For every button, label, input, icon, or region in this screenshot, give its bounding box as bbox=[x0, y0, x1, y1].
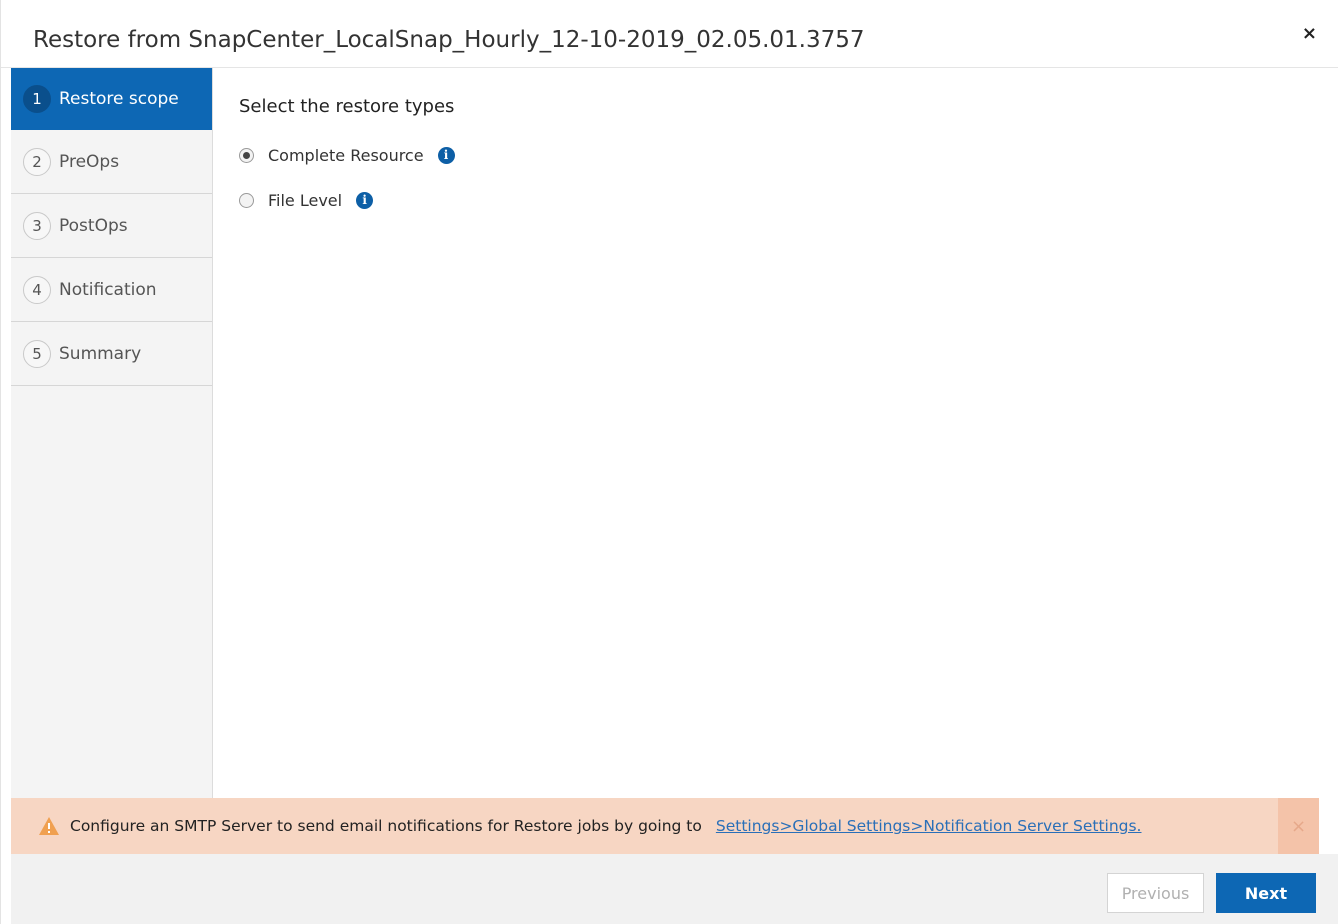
step-label: PostOps bbox=[59, 215, 128, 236]
dialog-footer: Previous Next bbox=[11, 854, 1338, 924]
step-postops[interactable]: 3 PostOps bbox=[11, 194, 212, 258]
step-restore-scope[interactable]: 1 Restore scope bbox=[11, 68, 212, 130]
smtp-warning-banner: Configure an SMTP Server to send email n… bbox=[11, 798, 1319, 854]
step-number: 2 bbox=[23, 147, 51, 176]
dialog-header: Restore from SnapCenter_LocalSnap_Hourly… bbox=[1, 0, 1338, 68]
step-number: 3 bbox=[23, 211, 51, 240]
option-complete-resource: Complete Resource i bbox=[239, 143, 1318, 167]
wizard-steps: 1 Restore scope 2 PreOps 3 PostOps 4 Not… bbox=[11, 68, 213, 798]
info-icon[interactable]: i bbox=[437, 146, 455, 164]
close-icon[interactable]: × bbox=[1302, 23, 1317, 44]
step-label: Notification bbox=[59, 279, 157, 300]
step-number: 5 bbox=[23, 339, 51, 368]
section-title: Select the restore types bbox=[239, 96, 455, 117]
dialog-title: Restore from SnapCenter_LocalSnap_Hourly… bbox=[33, 27, 865, 53]
file-level-radio[interactable] bbox=[239, 192, 254, 208]
step-number: 4 bbox=[23, 275, 51, 304]
step-label: PreOps bbox=[59, 151, 120, 172]
step-number: 1 bbox=[23, 84, 51, 113]
step-label: Summary bbox=[59, 343, 142, 364]
option-file-level: File Level i bbox=[239, 188, 1318, 212]
warning-text: Configure an SMTP Server to send email n… bbox=[70, 817, 702, 835]
complete-resource-label[interactable]: Complete Resource bbox=[268, 146, 424, 165]
complete-resource-radio[interactable] bbox=[239, 147, 254, 163]
step-summary[interactable]: 5 Summary bbox=[11, 322, 212, 386]
file-level-label[interactable]: File Level bbox=[268, 191, 342, 210]
close-icon[interactable]: × bbox=[1278, 798, 1319, 854]
previous-button[interactable]: Previous bbox=[1107, 873, 1204, 913]
restore-scope-panel: Select the restore types Complete Resour… bbox=[239, 96, 1318, 233]
next-button[interactable]: Next bbox=[1216, 873, 1316, 913]
warning-icon bbox=[39, 817, 59, 835]
notification-settings-link[interactable]: Settings>Global Settings>Notification Se… bbox=[716, 817, 1142, 835]
info-icon[interactable]: i bbox=[356, 191, 374, 209]
step-notification[interactable]: 4 Notification bbox=[11, 258, 212, 322]
step-preops[interactable]: 2 PreOps bbox=[11, 130, 212, 194]
step-label: Restore scope bbox=[59, 88, 179, 109]
restore-dialog: Restore from SnapCenter_LocalSnap_Hourly… bbox=[0, 0, 1338, 924]
